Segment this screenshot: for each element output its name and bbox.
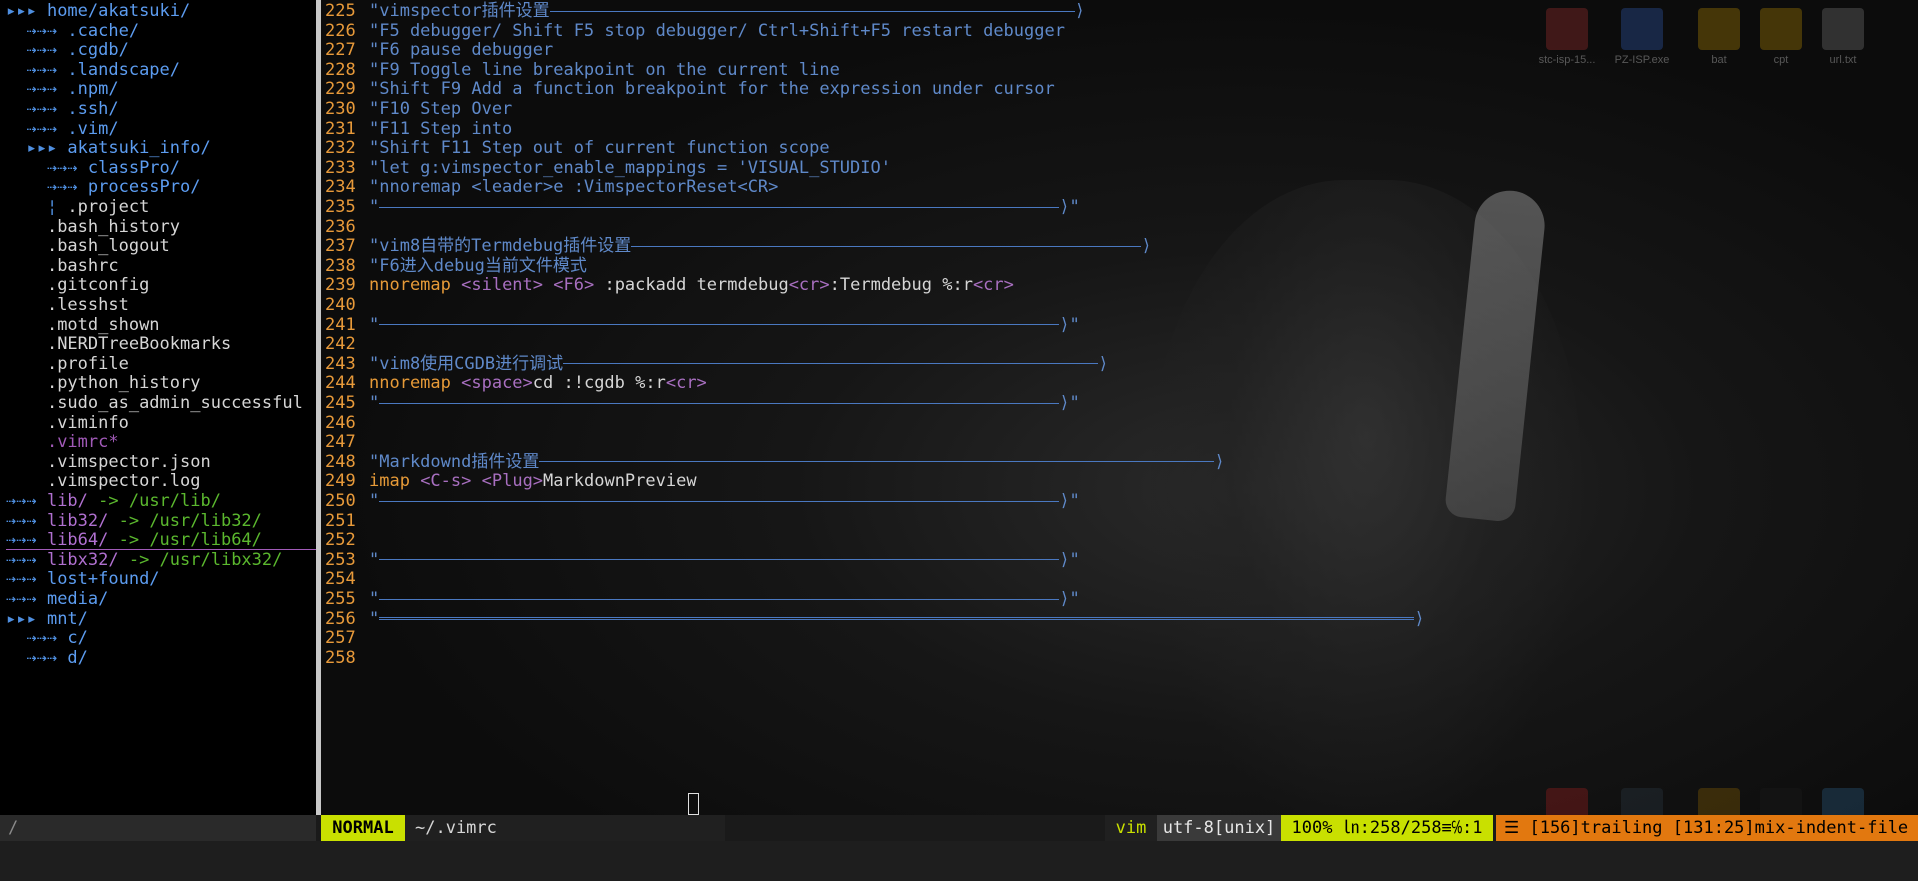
code-line[interactable]: 258 [321,646,369,670]
desktop-shortcut: Steam [1612,788,1672,815]
shortcut-icon [1546,788,1588,815]
section-divider [379,559,1060,561]
section-divider [379,500,1060,502]
command-line[interactable] [0,841,1918,881]
section-divider [379,617,1415,621]
shortcut-icon [1698,8,1740,50]
code-line[interactable]: 256 " ⟩ [321,607,1425,631]
code-token: <cr> [972,275,1014,296]
editor-window[interactable]: stc-isp-15... PZ-ISP.exe bat cpt url.txt 网易云音… [321,0,1918,815]
divider-arrow: ⟩ [1214,451,1225,472]
section-divider [631,245,1142,247]
code-token: :Termdebug %:r [829,275,973,296]
shortcut-icon [1822,788,1864,815]
divider-arrow: ⟩ [1141,236,1152,257]
desktop-shortcut: cpt [1751,8,1811,66]
nerdtree-panel[interactable]: ▸▸▸ home/akatsuki/ ⇢⇢⇢ .cache/ ⇢⇢⇢ .cgdb… [0,0,316,815]
shortcut-icon [1760,788,1802,815]
code-token: " [369,197,380,217]
tree-cursorline [6,549,316,550]
section-divider [379,206,1060,208]
shortcut-label: PZ-ISP.exe [1614,54,1670,66]
desktop-shortcut: 网易云音乐 [1537,788,1597,815]
shortcut-label: cpt [1773,54,1789,66]
code-token: <silent> [461,275,544,296]
filetype-indicator: vim [1105,815,1157,841]
divider-arrow: ⟩" [1059,491,1080,511]
desktop-shortcut: bat [1689,8,1749,66]
section-divider [379,324,1060,326]
cursor-position: 100% ㏑:258/258≡℅:1 [1281,815,1493,841]
divider-arrow: ⟩" [1059,197,1080,217]
whitespace-warning: ☰ [156]trailing [131:25]mix-indent-file [1496,815,1918,841]
desktop-shortcut: stc-isp-15... [1537,8,1597,66]
tree-item-label: d/ [67,647,88,668]
encoding-indicator: utf-8[unix] [1157,815,1281,841]
code-token: " [369,314,380,335]
mode-indicator: NORMAL [321,815,405,841]
shortcut-icon [1822,8,1864,50]
code-token: nnoremap [369,275,462,296]
desktop-shortcut: url.txt [1813,8,1873,66]
divider-arrow: ⟩" [1059,314,1080,335]
section-divider [539,461,1215,463]
shortcut-label: url.txt [1829,54,1857,66]
desktop-shortcut: 抖音 [1751,788,1811,815]
file-name: ~/.vimrc [405,815,725,841]
desktop-shortcut: 百度网盘 [1813,788,1873,815]
shortcut-icon [1621,8,1663,50]
section-divider [549,10,1075,12]
shortcut-icon [1698,788,1740,815]
section-divider [379,598,1060,600]
tree-item-marker: ⇢⇢⇢ [6,647,68,668]
code-line[interactable]: 235 " ⟩" [321,195,1080,219]
shortcut-icon [1621,788,1663,815]
section-divider [563,363,1099,365]
code-line[interactable]: 253 " ⟩" [321,548,1080,572]
tree-item[interactable]: ⇢⇢⇢ d/ [0,646,88,670]
status-line: / NORMAL ~/.vimrc vim utf-8[unix] 100% ㏑… [0,815,1918,841]
code-token: <F6> [553,275,595,296]
shortcut-icon [1760,8,1802,50]
code-line[interactable]: 241 " ⟩" [321,313,1080,337]
code-token: <cr> [788,275,830,296]
divider-arrow: ⟩ [1074,1,1085,21]
text-cursor [688,793,699,815]
section-divider [379,402,1060,404]
shortcut-label: bat [1711,54,1727,66]
line-number: 258 [325,647,356,668]
code-token: " [369,549,380,570]
code-token: " [369,491,380,511]
code-line[interactable]: 239 nnoremap <silent> <F6> :packadd termd… [321,273,1014,297]
code-line[interactable]: 245 " ⟩" [321,391,1080,415]
desktop-shortcut: PZ-ISP.exe [1612,8,1672,66]
code-token: " [369,608,380,629]
divider-arrow: ⟩" [1059,393,1080,413]
code-token: :packadd termdebug [594,275,789,296]
code-line[interactable]: 250 " ⟩" [321,489,1080,513]
shortcut-label: stc-isp-15... [1538,54,1596,66]
desktop-shortcut: Counter-S... Global Off... [1689,788,1749,815]
code-token: " [369,393,380,413]
divider-arrow: ⟩ [1098,353,1109,374]
divider-arrow: ⟩" [1059,549,1080,570]
tree-statusline: / [0,815,316,841]
shortcut-icon [1546,8,1588,50]
divider-arrow: ⟩ [1414,608,1425,629]
